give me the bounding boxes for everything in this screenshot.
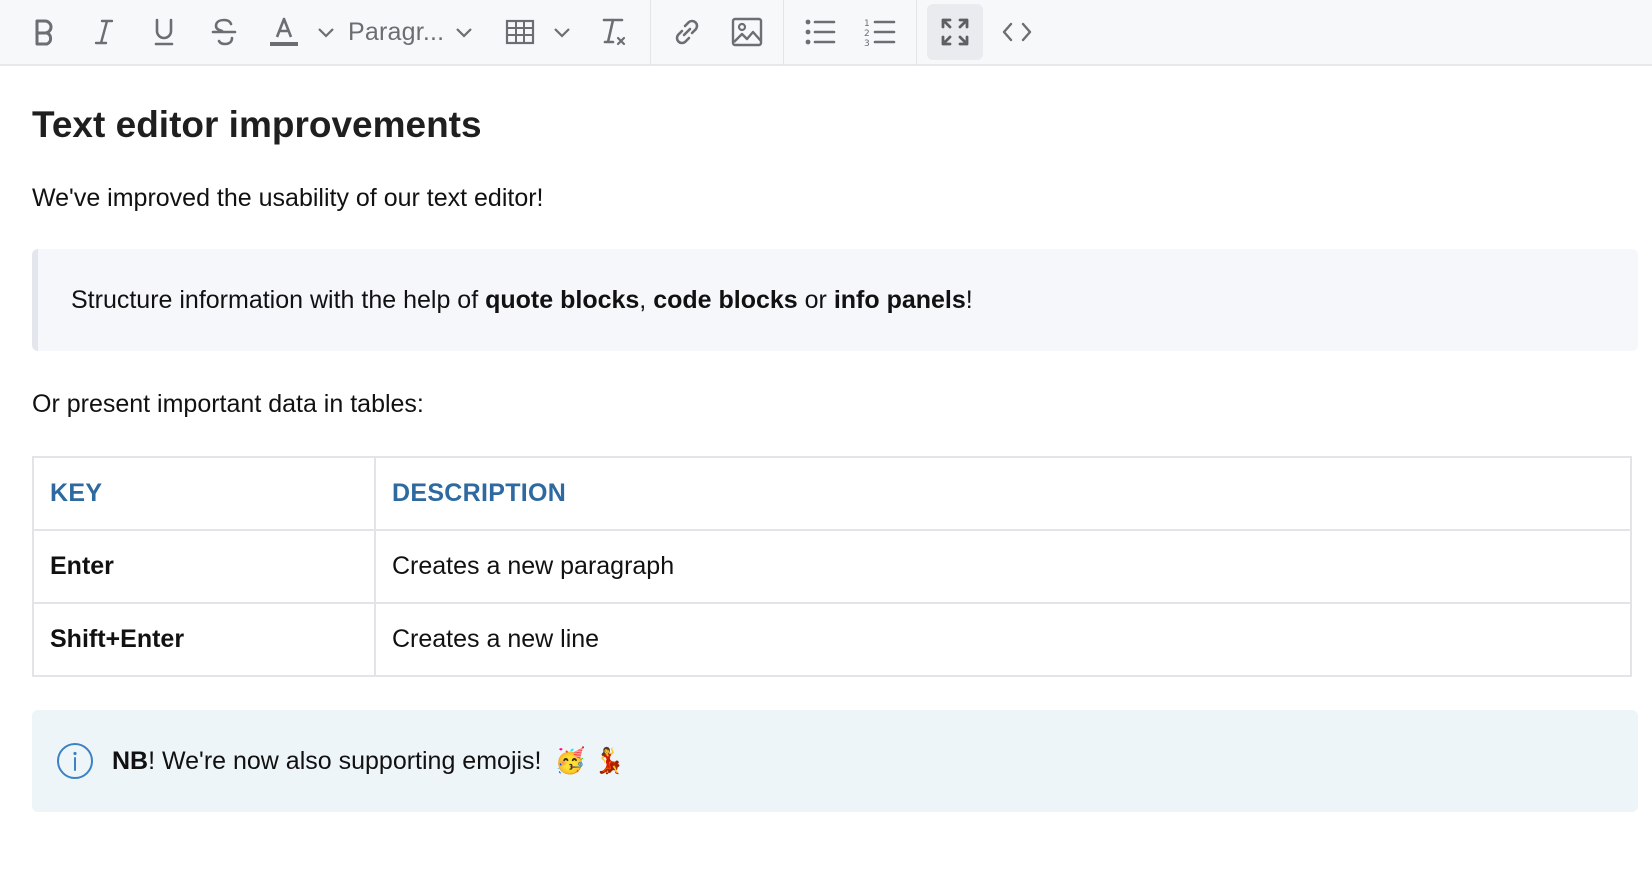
quote-bold-code-blocks: code blocks — [653, 285, 798, 314]
paragraph-style-dropdown[interactable] — [454, 4, 474, 60]
table-cell-description: Creates a new line — [374, 602, 1632, 677]
table-header-description: DESCRIPTION — [374, 456, 1632, 531]
text-color-button[interactable] — [258, 4, 310, 60]
table-cell-key: Shift+Enter — [32, 602, 376, 677]
strikethrough-icon — [211, 18, 237, 46]
keys-table: KEY DESCRIPTION Enter Creates a new para… — [32, 456, 1632, 677]
image-icon — [732, 17, 763, 47]
text-color-icon — [270, 17, 298, 46]
source-code-button[interactable] — [991, 4, 1043, 60]
table-dropdown[interactable] — [552, 4, 572, 60]
numbered-list-icon: 123 — [864, 19, 896, 47]
svg-text:1: 1 — [864, 19, 870, 29]
table-cell-description: Creates a new paragraph — [374, 529, 1632, 604]
paragraph-style-label: Paragr... — [348, 17, 445, 46]
paragraph-style-select[interactable]: Paragr... — [338, 0, 476, 64]
editor-content[interactable]: Text editor improvements We've improved … — [0, 102, 1652, 812]
bullet-list-button[interactable] — [794, 4, 846, 60]
clear-format-icon — [602, 18, 626, 46]
quote-bold-info-panels: info panels — [833, 285, 966, 314]
text-color-dropdown[interactable] — [316, 4, 336, 60]
info-bold-nb: NB — [112, 747, 149, 775]
list-group: 123 — [790, 0, 910, 64]
chevron-down-icon — [456, 28, 473, 38]
italic-icon — [94, 19, 114, 45]
bold-button[interactable] — [18, 4, 70, 60]
quote-text-part: ! — [965, 285, 973, 314]
chevron-down-icon — [554, 28, 571, 38]
toolbar-separator — [783, 0, 785, 65]
underline-button[interactable] — [138, 4, 190, 60]
table-row: Enter Creates a new paragraph — [32, 529, 1632, 604]
table-intro-paragraph: Or present important data in tables: — [32, 390, 424, 418]
code-icon — [1003, 22, 1032, 42]
insert-group — [657, 0, 777, 64]
info-text-body: ! We're now also supporting emojis! — [148, 747, 549, 775]
link-icon — [676, 19, 699, 45]
underline-icon — [154, 18, 174, 46]
table-row: Shift+Enter Creates a new line — [32, 602, 1632, 677]
fullscreen-icon — [941, 18, 969, 46]
table-cell-key: Enter — [32, 529, 376, 604]
link-button[interactable] — [661, 4, 713, 60]
strikethrough-button[interactable] — [198, 4, 250, 60]
table-icon — [506, 19, 535, 45]
toolbar-separator — [650, 0, 652, 65]
intro-paragraph: We've improved the usability of our text… — [32, 184, 544, 212]
image-button[interactable] — [721, 4, 773, 60]
info-text: NB! We're now also supporting emojis! 🥳 … — [112, 746, 625, 776]
quote-text-part: , — [639, 285, 654, 314]
quote-text-part: Structure information with the help of — [71, 285, 486, 314]
quote-block: Structure information with the help of q… — [32, 249, 1638, 351]
fullscreen-button[interactable] — [927, 4, 984, 60]
format-group: Paragr... — [14, 0, 644, 64]
quote-text: Structure information with the help of q… — [71, 286, 973, 315]
quote-bold-quote-blocks: quote blocks — [485, 285, 640, 314]
table-header-key: KEY — [32, 456, 376, 531]
info-emojis: 🥳 💃 — [554, 746, 625, 775]
svg-text:2: 2 — [864, 29, 870, 39]
quote-text-part: or — [797, 285, 834, 314]
info-panel: NB! We're now also supporting emojis! 🥳 … — [32, 710, 1638, 812]
editor-toolbar: Paragr... 123 — [0, 0, 1652, 66]
table-button[interactable] — [494, 4, 546, 60]
chevron-down-icon — [318, 28, 334, 38]
toolbar-separator — [916, 0, 918, 65]
clear-format-button[interactable] — [588, 4, 640, 60]
table-header-row: KEY DESCRIPTION — [32, 456, 1632, 531]
bullet-list-icon — [805, 19, 836, 45]
bold-icon — [35, 19, 53, 46]
view-group — [923, 0, 1047, 64]
numbered-list-button[interactable]: 123 — [854, 4, 906, 60]
svg-text:3: 3 — [864, 39, 870, 47]
italic-button[interactable] — [78, 4, 130, 60]
info-icon — [56, 742, 94, 780]
document-title: Text editor improvements — [32, 104, 482, 145]
